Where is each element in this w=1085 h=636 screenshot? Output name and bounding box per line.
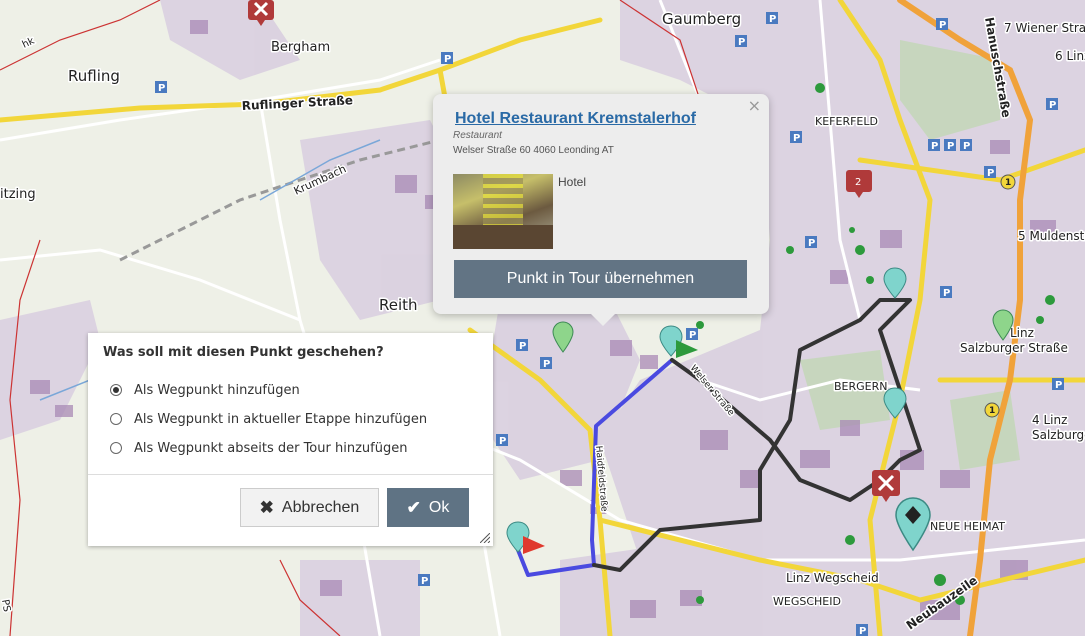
label-muldenstrasse: 5 Muldenstraße [1018,229,1085,243]
ramp-1-label-b: 1 [989,406,995,416]
cancel-button[interactable]: ✖ Abbrechen [240,488,379,527]
ramp-1-label: 1 [1005,178,1011,188]
option-add-waypoint[interactable]: Als Wegpunkt hinzufügen [110,381,300,399]
label-linz-6: 6 Linz [1055,49,1085,63]
svg-text:P: P [859,626,866,636]
label-linz: Linz [1010,326,1034,340]
ok-label: Ok [428,498,450,516]
option-label: Als Wegpunkt hinzufügen [134,382,300,398]
svg-text:P: P [444,54,451,65]
poi-address: Welser Straße 60 4060 Leonding AT [453,145,614,156]
svg-text:P: P [947,141,954,152]
label-salzburger-2: Salzburger [1032,428,1085,442]
svg-text:P: P [1049,100,1056,111]
cancel-label: Abbrechen [281,498,360,516]
poi-type: Hotel [558,175,587,189]
waypoint-dialog: Was soll mit diesen Punkt geschehen? Als… [88,333,493,546]
svg-text:P: P [808,238,815,249]
svg-text:P: P [769,14,776,25]
photo-detail [453,225,553,249]
svg-text:P: P [793,133,800,144]
poi-photo[interactable] [453,174,553,249]
svg-text:P: P [939,20,946,31]
svg-text:P: P [943,288,950,299]
svg-text:P: P [1055,380,1062,391]
svg-text:P: P [963,141,970,152]
label-wiener-strasse: 7 Wiener Straße [1004,21,1085,35]
popup-close-icon[interactable]: × [748,96,761,115]
label-salzburger-strasse: Salzburger Straße [960,341,1068,355]
poi-category: Restaurant [453,130,502,141]
label-linz-wegscheid: Linz Wegscheid [786,571,879,585]
label-rufling: Rufling [68,67,120,85]
close-icon: ✖ [259,497,274,517]
label-bergham: Bergham [271,40,330,55]
label-gaumberg: Gaumberg [662,10,741,28]
radio-add-waypoint-off-tour[interactable] [110,442,122,454]
option-add-waypoint-off-tour[interactable]: Als Wegpunkt abseits der Tour hinzufügen [110,439,407,457]
svg-text:P: P [158,83,165,94]
ok-button[interactable]: ✔ Ok [387,488,469,527]
label-itzing: itzing [0,187,36,202]
label-keferfeld: KEFERFELD [815,115,878,128]
svg-text:P: P [519,341,526,352]
svg-text:P: P [543,359,550,370]
svg-text:P: P [987,168,994,179]
label-linz-4: 4 Linz [1032,413,1067,427]
checkmark-icon: ✔ [406,497,421,517]
svg-text:P: P [931,141,938,152]
cluster-count: 2 [855,177,861,188]
poi-popup: × Hotel Restaurant Kremstalerhof Restaur… [433,94,769,326]
label-neue-heimat: NEUE HEIMAT [930,520,1005,533]
svg-text:P: P [421,576,428,587]
dialog-title: Was soll mit diesen Punkt geschehen? [103,345,384,360]
option-label: Als Wegpunkt abseits der Tour hinzufügen [134,440,408,456]
label-ps: PS [0,599,12,613]
label-reith: Reith [379,296,418,314]
radio-add-waypoint[interactable] [110,384,122,396]
option-add-waypoint-current-stage[interactable]: Als Wegpunkt in aktueller Etappe hinzufü… [110,410,427,428]
resize-handle-icon[interactable] [480,533,490,543]
add-to-tour-button[interactable]: Punkt in Tour übernehmen [454,260,747,298]
label-bergern: BERGERN [834,380,888,393]
label-wegscheid: WEGSCHEID [773,595,841,608]
svg-text:P: P [689,330,696,341]
poi-title-link[interactable]: Hotel Restaurant Kremstalerhof [455,110,696,128]
radio-add-waypoint-current-stage[interactable] [110,413,122,425]
svg-text:P: P [499,436,506,447]
dialog-divider [88,474,493,475]
option-label: Als Wegpunkt in aktueller Etappe hinzufü… [134,411,428,427]
svg-text:P: P [738,37,745,48]
